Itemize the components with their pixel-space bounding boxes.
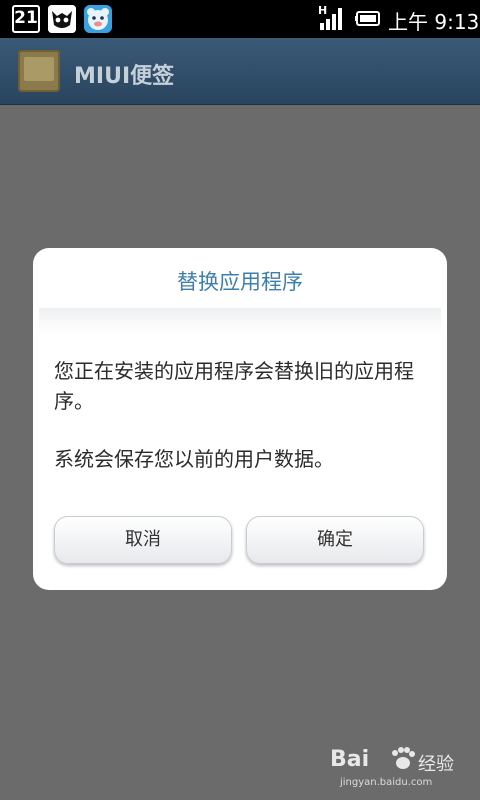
ok-button[interactable]: 确定 [246, 516, 424, 564]
dialog-note: 系统会保存您以前的用户数据。 [54, 447, 334, 471]
battery-icon [355, 11, 380, 26]
bear-app-icon [84, 5, 112, 33]
dialog-title: 替换应用程序 [177, 270, 303, 294]
baidu-watermark: Bai 经验 jingyan.baidu.com [330, 745, 470, 795]
watermark-brand: Bai [330, 747, 370, 772]
watermark-cn: 经验 [418, 754, 454, 775]
status-time: 上午 9:13 [388, 10, 480, 34]
replace-app-dialog: 替换应用程序 您正在安装的应用程序会替换旧的应用程序。 系统会保存您以前的用户数… [33, 248, 447, 590]
dialog-message: 您正在安装的应用程序会替换旧的应用程序。 [54, 359, 414, 413]
app-title-bar: MIUI便签 [0, 38, 480, 105]
status-bar: 21 H 上午 9:13 [0, 0, 480, 38]
cat-app-icon [48, 5, 76, 33]
watermark-url: jingyan.baidu.com [340, 777, 433, 788]
app-title: MIUI便签 [74, 64, 175, 89]
calendar-icon: 21 [12, 5, 40, 33]
app-logo-icon [18, 50, 60, 92]
dialog-divider [39, 308, 441, 334]
signal-icon [320, 8, 342, 30]
paw-icon [392, 747, 415, 769]
cancel-button[interactable]: 取消 [54, 516, 232, 564]
